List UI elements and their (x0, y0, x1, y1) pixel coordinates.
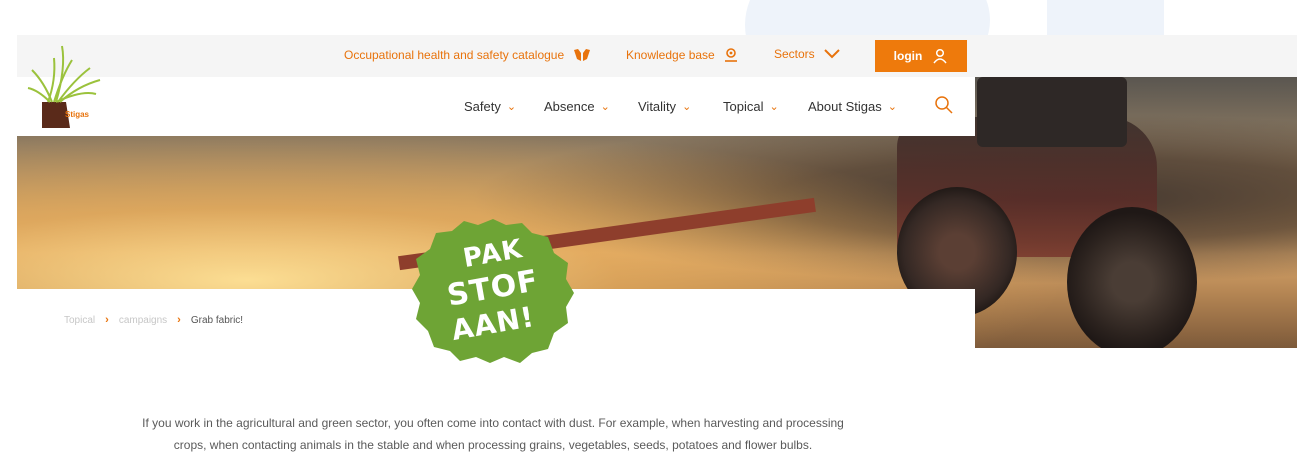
user-icon (933, 48, 947, 64)
chevron-down-icon: ⌄ (682, 101, 692, 113)
chevron-down-icon (823, 49, 840, 59)
background-shape (1047, 0, 1164, 35)
login-label: login (893, 49, 923, 63)
nav-item-absence[interactable]: Absence ⌄ (544, 99, 610, 114)
catalogue-label: Occupational health and safety catalogue (344, 48, 565, 62)
sectors-dropdown[interactable]: Sectors (774, 47, 841, 61)
search-icon (935, 96, 953, 114)
login-button[interactable]: login (875, 40, 967, 72)
nav-item-label: Absence (544, 99, 595, 114)
chevron-down-icon: ⌄ (769, 101, 779, 113)
nav-item-label: Vitality (638, 99, 677, 114)
hero-wheel-rear (1067, 207, 1197, 348)
chevron-down-icon: ⌄ (600, 101, 610, 113)
nav-item-label: Safety (464, 99, 501, 114)
intro-paragraph: If you work in the agricultural and gree… (142, 416, 844, 452)
breadcrumb-topical[interactable]: Topical (64, 315, 95, 326)
knowledge-base-label: Knowledge base (626, 48, 715, 62)
chevron-down-icon: ⌄ (887, 101, 897, 113)
sectors-label: Sectors (774, 47, 815, 61)
hands-icon (574, 49, 591, 61)
campaign-badge: PAK STOF AAN! (410, 215, 576, 365)
nav-item-vitality[interactable]: Vitality ⌄ (638, 99, 691, 114)
nav-item-label: Topical (723, 99, 764, 114)
nav-item-about-stigas[interactable]: About Stigas ⌄ (808, 99, 897, 114)
nav-item-label: About Stigas (808, 99, 882, 114)
logo-wordmark: Stigas (65, 110, 90, 119)
search-button[interactable] (934, 95, 954, 120)
chevron-down-icon: ⌄ (506, 101, 517, 113)
breadcrumb: Topical › campaigns › Grab fabric! (64, 314, 243, 326)
hero-tractor-cab (977, 77, 1127, 147)
breadcrumb-campaigns[interactable]: campaigns (119, 315, 167, 326)
nav-item-topical[interactable]: Topical ⌄ (723, 99, 779, 114)
location-pin-icon (724, 48, 737, 62)
catalogue-link[interactable]: Occupational health and safety catalogue (344, 47, 592, 63)
knowledge-base-link[interactable]: Knowledge base (626, 47, 739, 63)
breadcrumb-current: Grab fabric! (190, 314, 244, 326)
chevron-right-icon: › (177, 314, 181, 326)
chevron-right-icon: › (105, 314, 109, 326)
nav-item-safety[interactable]: Safety ⌄ (464, 99, 516, 114)
